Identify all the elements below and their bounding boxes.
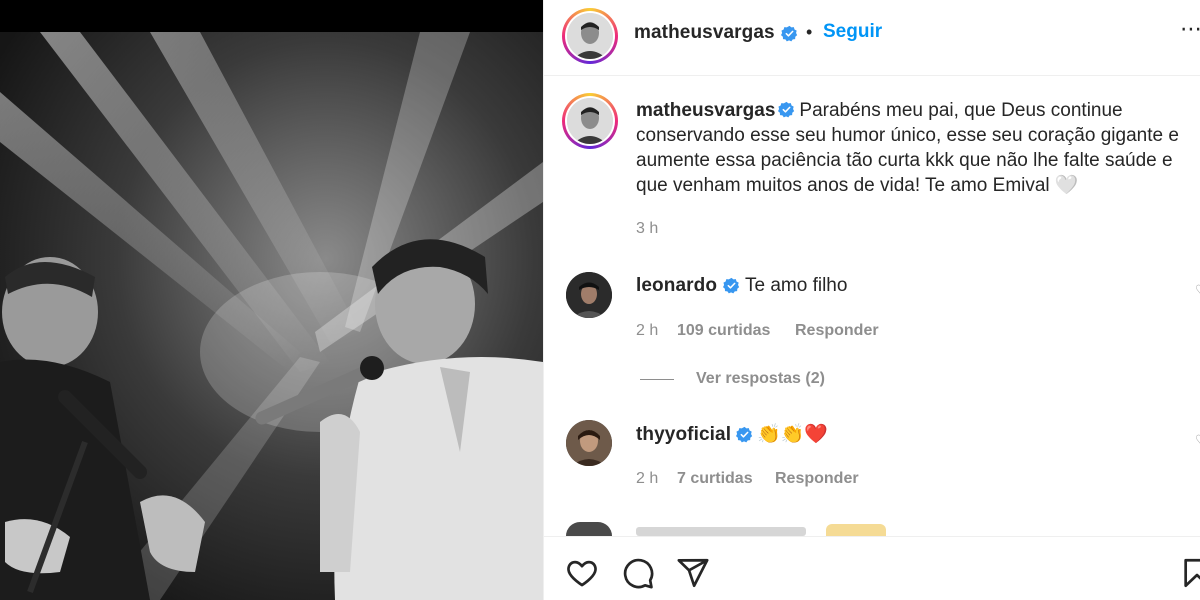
more-options-icon[interactable]: ⋯	[1180, 16, 1200, 42]
follow-button[interactable]: Seguir	[823, 21, 882, 43]
comment-username[interactable]: leonardo	[636, 275, 717, 297]
comment-avatar-partial	[566, 522, 612, 536]
share-icon[interactable]	[676, 556, 710, 590]
heart-icon[interactable]	[565, 556, 599, 590]
comment-timestamp[interactable]: 2 h	[636, 322, 658, 340]
avatar-photo-icon	[567, 13, 613, 59]
post-caption: matheusvargas Parabéns meu pai, que Deus…	[636, 98, 1196, 198]
author-avatar[interactable]	[562, 8, 618, 64]
post-photo[interactable]	[0, 0, 543, 600]
comment-partial-text	[636, 527, 806, 536]
concert-photo-image	[0, 32, 543, 600]
avatar-photo-icon	[566, 420, 612, 466]
comment-likes[interactable]: 109 curtidas	[677, 322, 770, 339]
view-replies-button[interactable]: Ver respostas (2)	[696, 370, 825, 387]
reply-button[interactable]: Responder	[795, 322, 879, 339]
avatar-photo-icon	[567, 98, 613, 144]
reply-button[interactable]: Responder	[775, 470, 859, 487]
post-actions-bar	[544, 536, 1200, 600]
comment-icon[interactable]	[621, 556, 655, 590]
caption-author-avatar[interactable]	[562, 93, 618, 149]
bookmark-icon[interactable]	[1180, 556, 1200, 590]
photo-top-bar	[0, 0, 543, 32]
comment-likes[interactable]: 7 curtidas	[677, 470, 753, 487]
comment-text: 👏👏❤️	[757, 424, 828, 445]
post-header: matheusvargas • Seguir ⋯	[544, 0, 1200, 76]
comment-like-icon[interactable]: ♡	[1195, 432, 1200, 449]
comment-avatar[interactable]	[566, 272, 612, 318]
comment-like-icon[interactable]: ♡	[1195, 282, 1200, 299]
replies-divider	[640, 379, 674, 380]
author-username[interactable]: matheusvargas	[634, 22, 775, 44]
verified-badge-icon	[723, 277, 740, 294]
header-separator: •	[806, 22, 813, 42]
comment-avatar[interactable]	[566, 420, 612, 466]
verified-badge-icon	[778, 101, 795, 118]
verified-badge-icon	[781, 25, 798, 42]
comment-username[interactable]: thyyoficial	[636, 424, 731, 446]
post-panel: matheusvargas • Seguir ⋯ matheusvargas P…	[543, 0, 1200, 600]
verified-badge-icon	[736, 426, 753, 443]
avatar-photo-icon	[566, 272, 612, 318]
caption-username[interactable]: matheusvargas	[636, 100, 775, 121]
comment-timestamp[interactable]: 2 h	[636, 470, 658, 488]
caption-timestamp[interactable]: 3 h	[636, 220, 658, 238]
comment-text: Te amo filho	[745, 275, 848, 296]
comment-partial-emoji	[826, 524, 886, 536]
